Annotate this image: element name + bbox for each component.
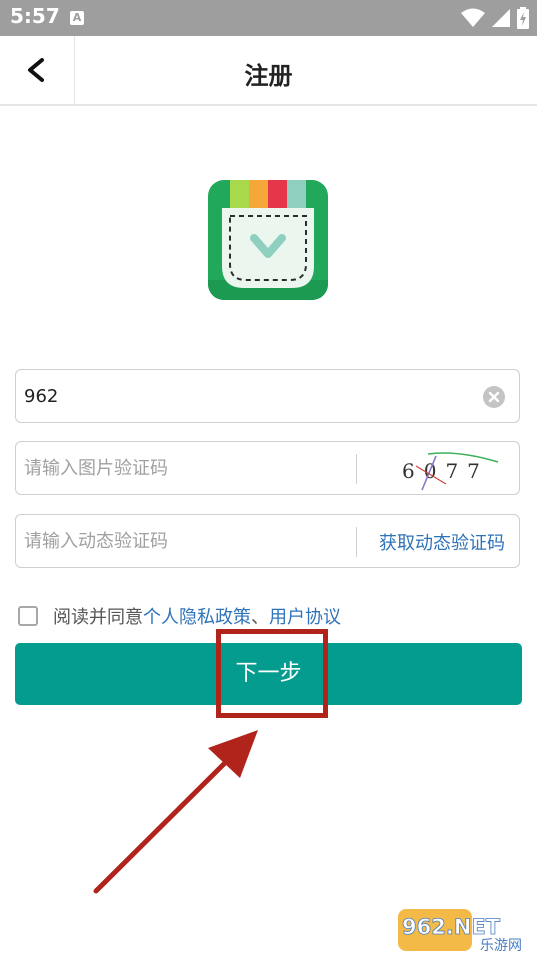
status-bar: 5:57 A [0, 0, 537, 36]
clear-input-icon[interactable] [483, 386, 505, 408]
agreement-prefix: 阅读并同意 [53, 607, 143, 628]
phone-input[interactable] [24, 370, 464, 422]
get-sms-code-button[interactable]: 获取动态验证码 [379, 529, 505, 555]
captcha-image[interactable]: 6077 [388, 446, 508, 492]
sms-code-input[interactable] [24, 515, 344, 567]
sms-code-field: 获取动态验证码 [15, 514, 520, 568]
image-code-input[interactable] [24, 442, 344, 494]
image-code-field: 6077 [15, 441, 520, 495]
status-time: 5:57 [10, 4, 60, 28]
annotation-arrow-head [208, 730, 258, 778]
phone-field [15, 369, 520, 423]
field-divider [356, 527, 357, 557]
nav-bar: 注册 [0, 36, 537, 106]
watermark-subtitle: 乐游网 [480, 938, 522, 954]
terms-link[interactable]: 用户协议 [269, 603, 341, 629]
page-title: 注册 [244, 62, 293, 90]
notification-a-icon: A [70, 11, 84, 25]
watermark-logo: 962.NET 乐游网 [398, 909, 522, 954]
app-logo-icon [208, 180, 328, 300]
cell-signal-icon [492, 9, 510, 27]
agreement-separator: 、 [251, 607, 269, 628]
captcha-text: 6077 [402, 459, 489, 483]
field-divider [356, 454, 357, 484]
annotation-arrow-shaft [93, 747, 241, 894]
wifi-icon [461, 8, 485, 27]
agreement-row: 阅读并同意 个人隐私政策 、 用户协议 [18, 603, 341, 629]
battery-charging-icon [517, 7, 529, 29]
status-icons [461, 7, 529, 29]
next-step-button[interactable]: 下一步 [15, 643, 522, 705]
agreement-checkbox[interactable] [18, 606, 38, 626]
privacy-policy-link[interactable]: 个人隐私政策 [143, 603, 251, 629]
watermark-brand: 962.NET [402, 915, 501, 939]
